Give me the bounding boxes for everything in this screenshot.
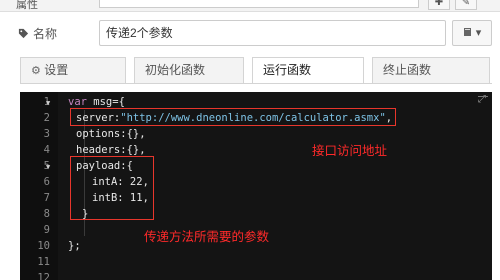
code-line-10: }; [68,240,81,252]
properties-input[interactable] [99,0,419,8]
code-line-3: options:{}, [76,128,146,140]
line-number: 3 [43,128,50,140]
properties-action-button[interactable]: ✚ [428,0,450,10]
function-tabs: ⚙ 设置 初始化函数 运行函数 终止函数 [20,57,492,83]
properties-edit-button[interactable]: ✎ [455,0,477,10]
code-keyword: var [68,96,87,108]
code-line-4: headers:{}, [76,144,146,156]
chevron-down-icon: ▾ [475,27,482,39]
code-editor[interactable]: 1 2 3 4 5 6 7 8 9 10 11 12 ▼ ▼ var msg={… [20,92,492,280]
line-number: 2 [43,112,50,124]
node-library-button[interactable]: ▾ [452,20,492,46]
name-label: 名称 [18,25,57,42]
line-number: 4 [43,144,50,156]
properties-header-strip: 属性 ✚ ✎ [0,0,500,12]
editor-divider-mark [478,96,488,97]
tab-run-label: 运行函数 [263,63,312,77]
line-number: 9 [43,224,50,236]
tab-run-function[interactable]: 运行函数 [252,57,364,83]
book-icon [463,28,471,36]
name-input[interactable]: 传递2个参数 [99,20,446,46]
annotation-method-params: 传递方法所需要的参数 [144,230,270,244]
tab-init-function[interactable]: 初始化函数 [134,57,244,83]
line-number: 10 [37,240,50,252]
line-number: 11 [37,256,50,268]
tab-settings[interactable]: ⚙ 设置 [20,57,126,83]
server-url-highlight-box [70,108,396,126]
tag-icon [18,28,29,39]
code-line-1: var msg={ [68,96,125,108]
properties-label: 属性 [16,0,38,11]
payload-highlight-box [70,156,154,220]
code-text: msg={ [86,96,125,108]
line-number: 7 [43,192,50,204]
line-number: 8 [43,208,50,220]
line-number: 12 [37,272,50,280]
tab-stop-label: 终止函数 [383,63,432,77]
annotation-api-url: 接口访问地址 [312,144,388,158]
fold-marker-icon[interactable]: ▼ [46,99,50,107]
name-label-text: 名称 [33,27,58,41]
gear-icon: ⚙ [31,65,41,77]
name-row: 名称 传递2个参数 ▾ [0,16,500,50]
line-number: 6 [43,176,50,188]
fold-marker-icon[interactable]: ▼ [46,163,50,171]
tab-settings-label: 设置 [44,63,69,77]
tab-stop-function[interactable]: 终止函数 [372,57,490,83]
tab-init-label: 初始化函数 [145,63,206,77]
tab-divider [20,83,492,84]
